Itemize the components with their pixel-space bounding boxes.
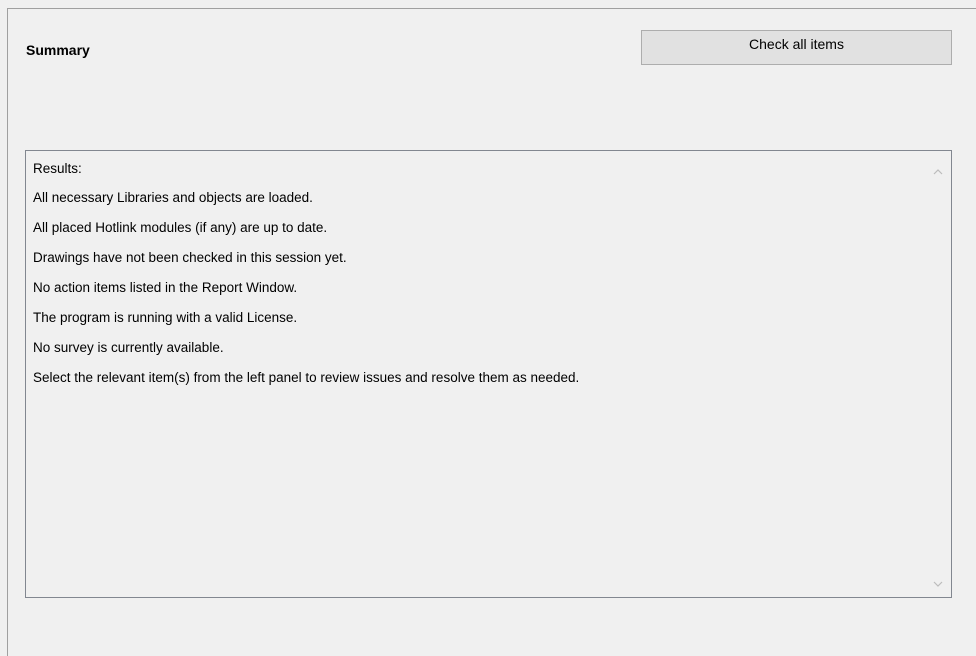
result-line-libraries: All necessary Libraries and objects are … (33, 190, 313, 205)
results-content: Results: All necessary Libraries and obj… (26, 151, 925, 597)
result-line-hotlinks: All placed Hotlink modules (if any) are … (33, 220, 328, 235)
result-line-survey: No survey is currently available. (33, 340, 224, 355)
scroll-up-button[interactable] (925, 159, 951, 185)
result-line-instructions: Select the relevant item(s) from the lef… (33, 370, 580, 385)
chevron-up-icon (933, 169, 943, 175)
check-all-items-button[interactable]: Check all items (641, 30, 952, 65)
chevron-down-icon (933, 581, 943, 587)
scroll-down-button[interactable] (925, 571, 951, 597)
vertical-scrollbar[interactable] (925, 151, 951, 597)
results-heading: Results: (33, 161, 82, 176)
result-line-action-items: No action items listed in the Report Win… (33, 280, 298, 295)
result-line-drawings: Drawings have not been checked in this s… (33, 250, 347, 265)
results-textbox[interactable]: Results: All necessary Libraries and obj… (25, 150, 952, 598)
page-title: Summary (26, 42, 90, 58)
result-line-license: The program is running with a valid Lice… (33, 310, 298, 325)
